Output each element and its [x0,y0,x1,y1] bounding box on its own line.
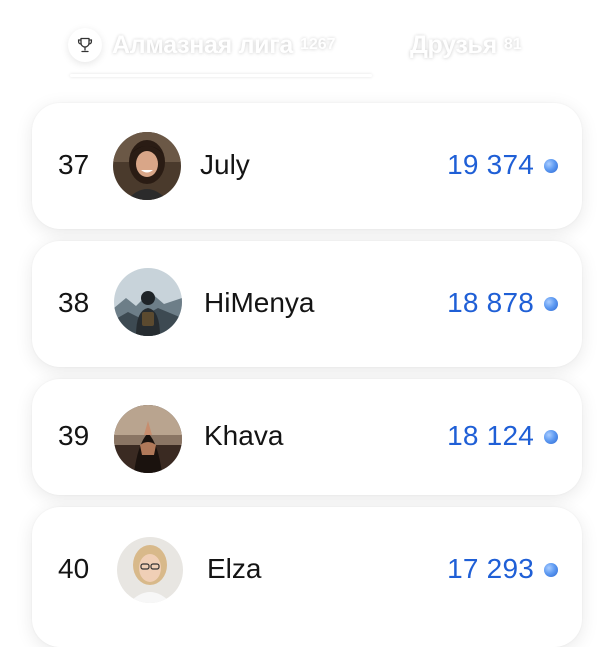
avatar [114,268,182,336]
tab-friends-label: Друзья [410,30,497,59]
leaderboard-row[interactable]: 38 HiMenya 18 878 [32,241,582,367]
active-tab-indicator [70,74,372,77]
username: Elza [207,553,262,584]
gem-icon [544,159,558,173]
score: 18 124 [447,420,534,451]
trophy-icon [68,28,102,62]
gem-icon [544,563,558,577]
avatar [113,132,181,200]
rank-number: 37 [58,149,90,180]
gem-icon [544,430,558,444]
tab-diamond-league[interactable]: Алмазная лига 1267 [68,26,336,64]
score: 19 374 [447,149,534,180]
tab-friends-count: 81 [503,36,522,53]
username: July [200,149,250,180]
rank-number: 38 [58,287,90,318]
leaderboard-row[interactable]: 39 Khava 18 124 [32,379,582,495]
avatar [114,405,182,473]
score: 17 293 [447,553,534,584]
tab-diamond-league-label: Алмазная лига [112,30,293,59]
rank-number: 39 [58,420,90,451]
tab-diamond-league-count: 1267 [299,36,336,53]
username: Khava [204,420,284,451]
username: HiMenya [204,287,315,318]
leaderboard-row[interactable]: 40 Elza 17 293 [32,507,582,647]
tab-friends[interactable]: Друзья 81 [410,26,522,64]
score: 18 878 [447,287,534,318]
gem-icon [544,297,558,311]
leaderboard-row[interactable]: 37 July 19 374 [32,103,582,229]
avatar [117,537,183,603]
tab-bar: Алмазная лига 1267 Друзья 81 [0,0,615,90]
rank-number: 40 [58,553,90,584]
